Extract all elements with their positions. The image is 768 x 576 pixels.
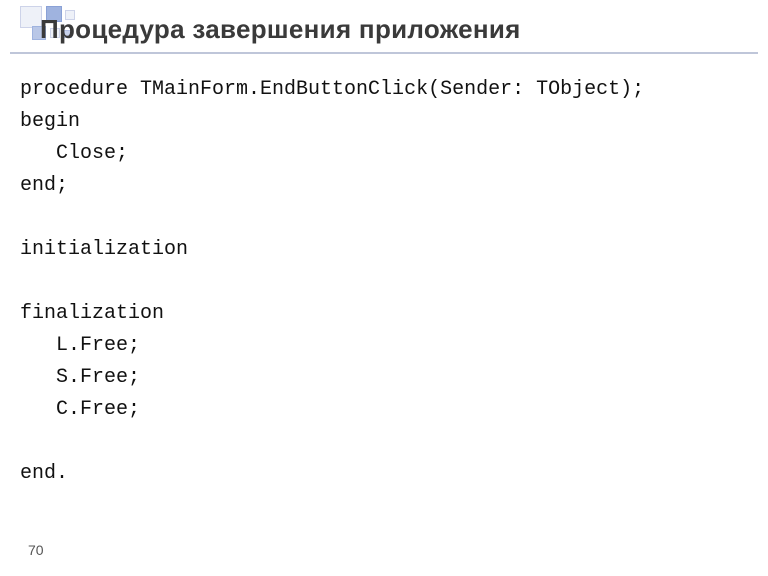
- page-number: 70: [28, 542, 44, 558]
- code-line: initialization: [20, 238, 188, 261]
- code-line: finalization: [20, 302, 164, 325]
- deco-square-icon: [20, 6, 42, 28]
- title-underline: [10, 52, 758, 54]
- code-line: Close;: [20, 142, 128, 165]
- code-line: begin: [20, 110, 80, 133]
- code-line: end.: [20, 462, 68, 485]
- code-block: procedure TMainForm.EndButtonClick(Sende…: [20, 74, 644, 490]
- code-line: L.Free;: [20, 334, 140, 357]
- code-line: end;: [20, 174, 68, 197]
- code-line: S.Free;: [20, 366, 140, 389]
- code-line: C.Free;: [20, 398, 140, 421]
- code-line: procedure TMainForm.EndButtonClick(Sende…: [20, 78, 644, 101]
- slide-title: Процедура завершения приложения: [40, 14, 521, 45]
